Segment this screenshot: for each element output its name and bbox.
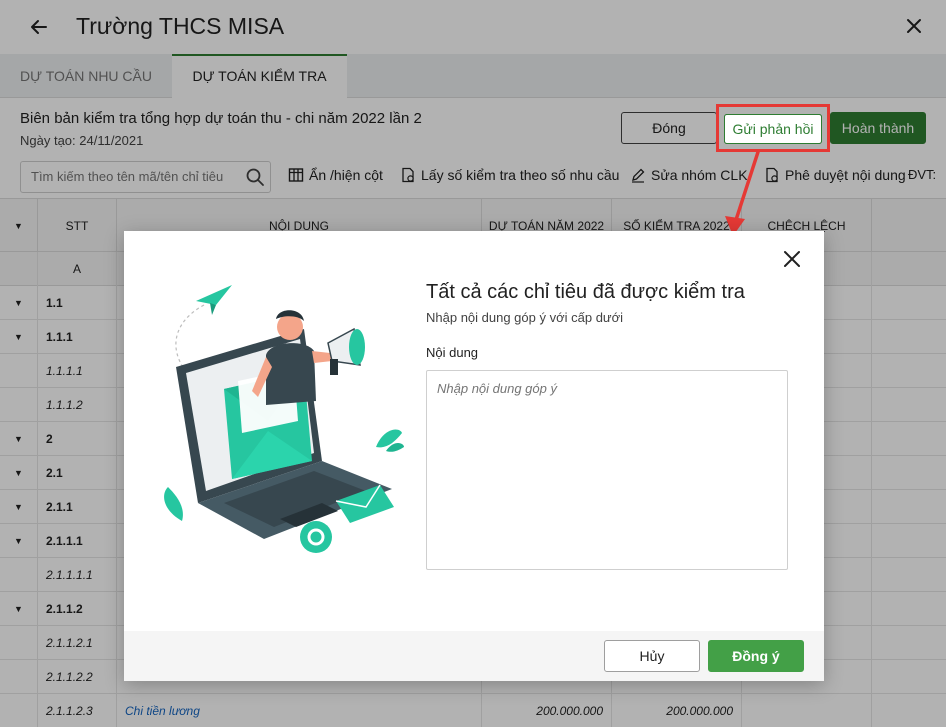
- feedback-modal: Tất cả các chỉ tiêu đã được kiểm tra Nhậ…: [124, 231, 824, 681]
- modal-heading: Tất cả các chỉ tiêu đã được kiểm tra: [426, 281, 745, 303]
- content-field-label: Nội dung: [426, 345, 479, 360]
- highlight-frame: [716, 104, 830, 152]
- megaphone-laptop-illustration-icon: [164, 285, 404, 553]
- cancel-button[interactable]: Hủy: [604, 640, 700, 672]
- modal-subtitle: Nhập nội dung góp ý với cấp dưới: [426, 310, 624, 325]
- modal-footer: Hủy Đồng ý: [124, 631, 824, 681]
- feedback-textarea[interactable]: [426, 370, 788, 570]
- close-icon[interactable]: [780, 247, 804, 271]
- agree-button[interactable]: Đồng ý: [708, 640, 804, 672]
